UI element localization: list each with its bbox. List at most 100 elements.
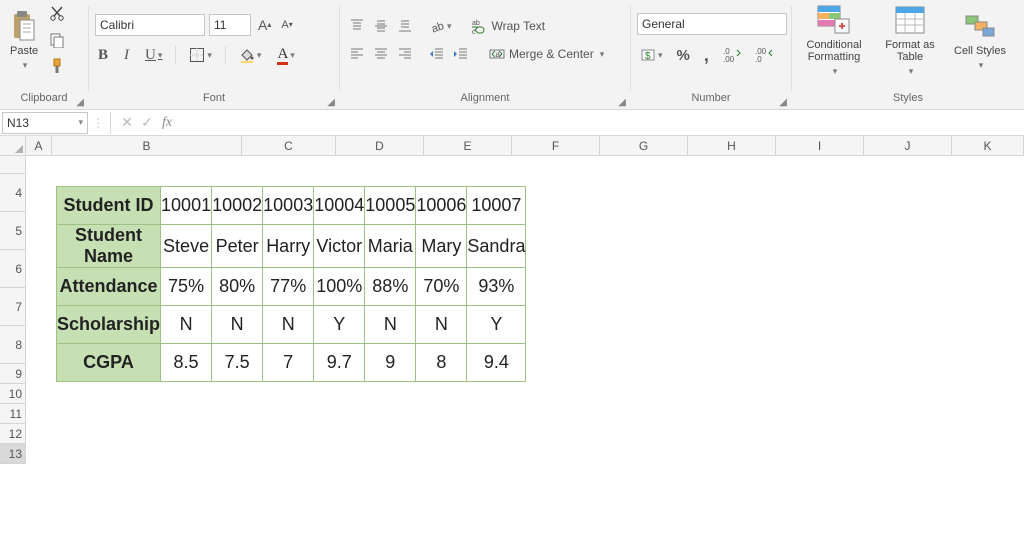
underline-button[interactable]: U▾ [142,45,165,66]
cut-button[interactable] [46,4,68,24]
align-center-button[interactable] [370,44,392,64]
row-header-10[interactable]: 10 [0,384,26,404]
align-top-button[interactable] [346,16,368,36]
accounting-format-button[interactable]: $▾ [637,45,666,65]
align-right-button[interactable] [394,44,416,64]
format-painter-button[interactable] [46,56,68,76]
font-size-input[interactable] [209,14,251,36]
increase-indent-button[interactable] [450,44,472,64]
dialog-launcher-icon[interactable]: ◢ [76,97,84,108]
column-header-A[interactable]: A [26,136,52,156]
column-header-B[interactable]: B [52,136,242,156]
conditional-formatting-button[interactable]: Conditional Formatting▾ [798,1,870,79]
data-cell[interactable]: N [365,306,416,344]
decrease-decimal-button[interactable]: .00.0 [752,45,776,65]
data-cell[interactable]: 93% [467,268,526,306]
row-header-4[interactable]: 4 [0,174,26,212]
font-color-button[interactable]: A▾ [274,44,297,67]
dialog-launcher-icon[interactable]: ◢ [779,97,787,108]
bold-button[interactable]: B [95,45,111,66]
column-header-H[interactable]: H [688,136,776,156]
column-header-D[interactable]: D [336,136,424,156]
data-cell[interactable]: 10006 [416,187,467,225]
fx-button[interactable]: fx [157,115,177,131]
data-cell[interactable]: Maria [365,225,416,268]
data-cell[interactable]: 9.4 [467,344,526,382]
row-header-cell[interactable]: CGPA [57,344,161,382]
name-box[interactable]: N13 ▾ [2,112,88,134]
data-cell[interactable]: 80% [212,268,263,306]
data-cell[interactable]: 7.5 [212,344,263,382]
data-cell[interactable]: Mary [416,225,467,268]
row-header-cell[interactable]: Attendance [57,268,161,306]
data-cell[interactable]: 10004 [314,187,365,225]
data-cell[interactable]: 10005 [365,187,416,225]
data-cell[interactable]: Y [467,306,526,344]
row-header-9[interactable]: 9 [0,364,26,384]
borders-button[interactable]: ▾ [186,45,215,65]
data-cell[interactable]: N [161,306,212,344]
fill-color-button[interactable]: ▾ [236,45,265,65]
data-cell[interactable]: 9 [365,344,416,382]
row-header-5[interactable]: 5 [0,212,26,250]
italic-button[interactable]: I [121,45,132,66]
orientation-button[interactable]: ab▾ [426,16,455,36]
align-bottom-button[interactable] [394,16,416,36]
data-cell[interactable]: 70% [416,268,467,306]
data-cell[interactable]: N [416,306,467,344]
column-header-K[interactable]: K [952,136,1024,156]
data-cell[interactable]: N [263,306,314,344]
decrease-indent-button[interactable] [426,44,448,64]
data-cell[interactable]: Y [314,306,365,344]
data-cell[interactable]: 10003 [263,187,314,225]
data-cell[interactable]: 88% [365,268,416,306]
worksheet[interactable]: ABCDEFGHIJK 45678910111213 Student ID100… [0,136,1024,538]
data-cell[interactable]: 10002 [212,187,263,225]
column-header-C[interactable]: C [242,136,336,156]
paste-button[interactable]: Paste ▾ [6,7,42,73]
column-header-I[interactable]: I [776,136,864,156]
comma-button[interactable]: , [701,43,712,68]
data-cell[interactable]: 75% [161,268,212,306]
data-cell[interactable]: 8 [416,344,467,382]
copy-button[interactable] [46,30,68,50]
data-cell[interactable]: 9.7 [314,344,365,382]
row-header-cell[interactable]: Student Name [57,225,161,268]
increase-decimal-button[interactable]: .0.00 [720,45,744,65]
data-cell[interactable]: Steve [161,225,212,268]
data-cell[interactable]: 10007 [467,187,526,225]
format-as-table-button[interactable]: Format as Table▾ [874,1,946,79]
data-cell[interactable]: Peter [212,225,263,268]
row-header-cell[interactable]: Scholarship [57,306,161,344]
data-cell[interactable]: 10001 [161,187,212,225]
data-cell[interactable]: 7 [263,344,314,382]
formula-input[interactable] [177,112,1024,134]
row-header-13[interactable]: 13 [0,444,26,464]
row-header-7[interactable]: 7 [0,288,26,326]
cancel-fx-button[interactable]: ✕ [117,114,137,131]
column-header-F[interactable]: F [512,136,600,156]
row-header-6[interactable]: 6 [0,250,26,288]
data-cell[interactable]: N [212,306,263,344]
wrap-text-button[interactable]: abc Wrap Text [469,16,549,36]
merge-center-button[interactable]: a Merge & Center▾ [486,44,607,64]
row-header-cell[interactable]: Student ID [57,187,161,225]
row-header-11[interactable]: 11 [0,404,26,424]
increase-font-button[interactable]: A▴ [255,15,274,35]
data-cell[interactable]: Sandra [467,225,526,268]
align-left-button[interactable] [346,44,368,64]
dialog-launcher-icon[interactable]: ◢ [327,97,335,108]
percent-button[interactable]: % [674,45,693,66]
decrease-font-button[interactable]: A▾ [278,17,295,33]
font-name-input[interactable] [95,14,205,36]
data-cell[interactable]: Harry [263,225,314,268]
column-header-E[interactable]: E [424,136,512,156]
number-format-input[interactable] [637,13,787,35]
cell-styles-button[interactable]: Cell Styles▾ [950,7,1010,73]
data-cell[interactable]: 8.5 [161,344,212,382]
row-header-8[interactable]: 8 [0,326,26,364]
enter-fx-button[interactable]: ✓ [137,114,157,131]
data-cell[interactable]: Victor [314,225,365,268]
column-header-G[interactable]: G [600,136,688,156]
row-header-3[interactable] [0,156,26,174]
